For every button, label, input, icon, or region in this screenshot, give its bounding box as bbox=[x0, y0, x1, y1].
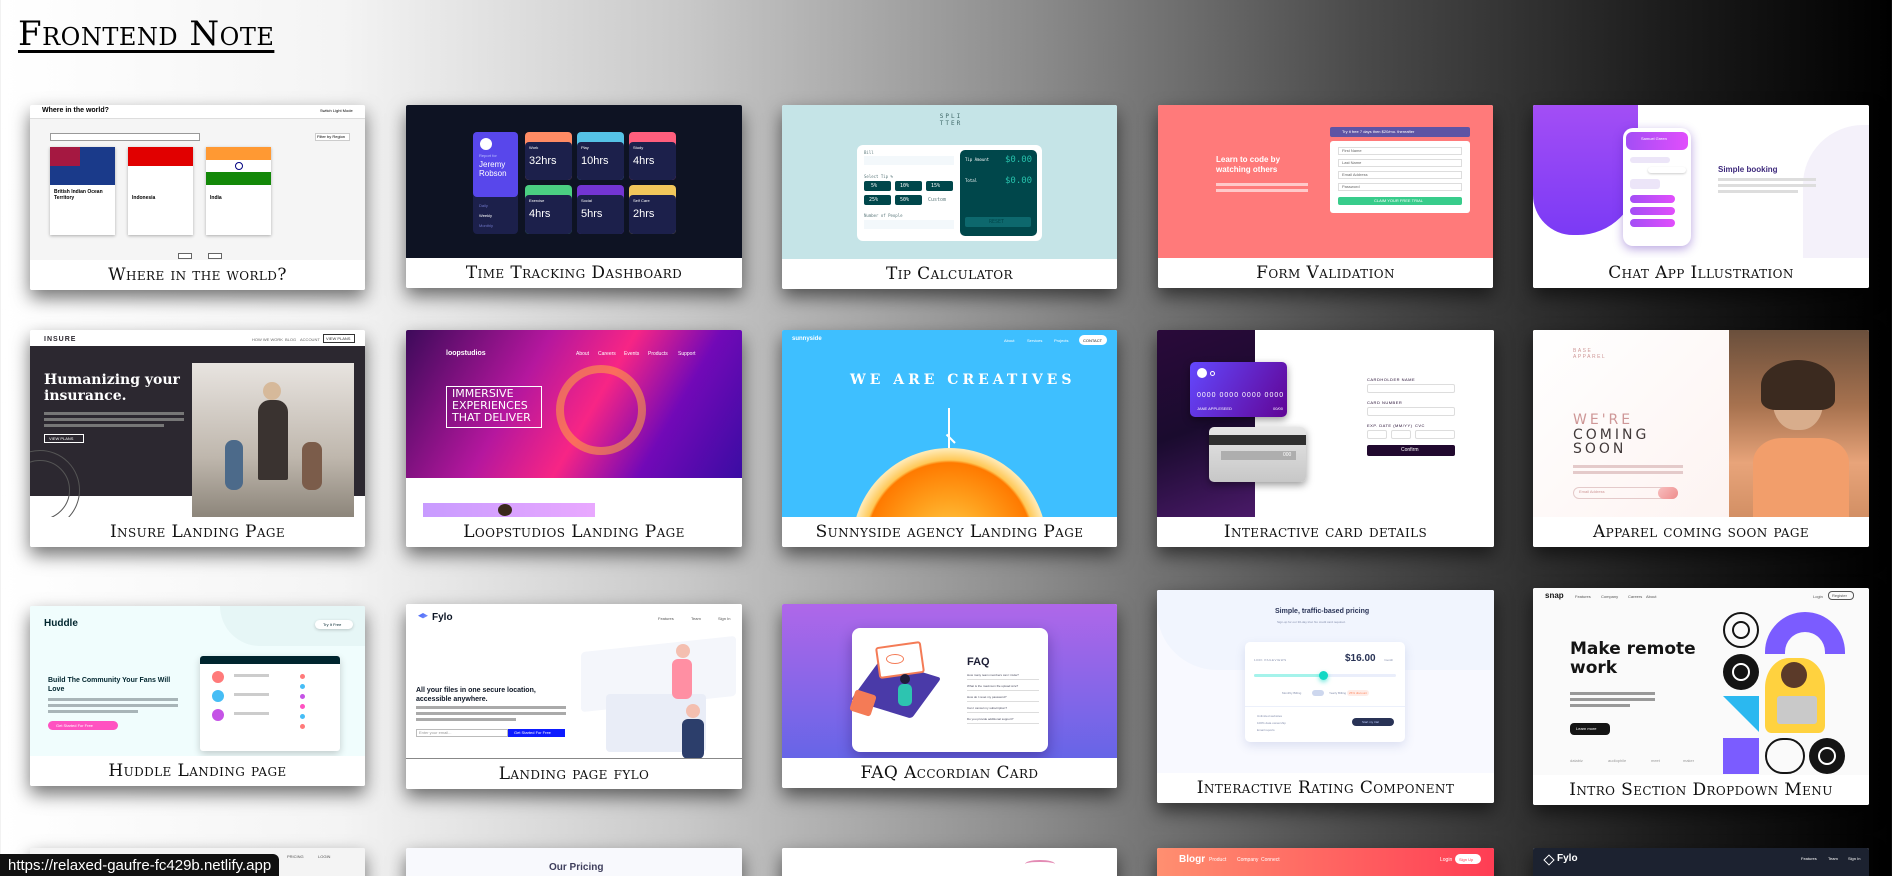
preview-image: Fylo Features Team Sign In All your file… bbox=[406, 604, 742, 762]
card-caption: Huddle Landing page bbox=[30, 756, 365, 786]
project-card-partial-5[interactable]: Fylo Features Team Sign In bbox=[1533, 848, 1869, 876]
preview-image: 0000 0000 0000 0000 JANE APPLESEED 00/00… bbox=[1157, 330, 1494, 520]
preview-image: Samuel Green Simple booking bbox=[1533, 105, 1869, 260]
preview-image: sunnyside About Services Projects CONTAC… bbox=[782, 330, 1117, 520]
preview-image: Report for Jeremy Robson Daily Weekly Mo… bbox=[406, 105, 742, 260]
project-card-loopstudios-landing-page[interactable]: loopstudios About Careers Events Product… bbox=[406, 330, 742, 547]
project-card-where-in-the-world[interactable]: Where in the world? Switch Light Mode Fi… bbox=[30, 105, 365, 290]
preview-image: SPLI TTER Bill Select Tip % 5% 10% 15% 2… bbox=[782, 105, 1117, 260]
preview-image: Our Pricing bbox=[406, 848, 742, 876]
project-card-time-tracking-dashboard[interactable]: Report for Jeremy Robson Daily Weekly Mo… bbox=[406, 105, 742, 288]
preview-image: snap Features Company Careers About Logi… bbox=[1533, 588, 1869, 778]
project-card-intro-section-dropdown-menu[interactable]: snap Features Company Careers About Logi… bbox=[1533, 588, 1869, 805]
preview-image: Huddle Try It Free Build The Community Y… bbox=[30, 606, 365, 761]
card-caption: Interactive Rating Component bbox=[1157, 773, 1494, 803]
project-card-partial-3[interactable] bbox=[782, 848, 1117, 876]
card-caption: Interactive card details bbox=[1157, 517, 1494, 547]
preview-image: Simple, traffic-based pricing Sign-up fo… bbox=[1157, 590, 1494, 775]
preview-image: Learn to code by watching others Try it … bbox=[1158, 105, 1493, 260]
card-caption: Chat App Illustration bbox=[1533, 258, 1869, 288]
card-caption: Time Tracking Dashboard bbox=[406, 258, 742, 288]
page-title: Frontend Note bbox=[18, 14, 275, 54]
card-caption: Insure Landing Page bbox=[30, 517, 365, 547]
project-card-insure-landing-page[interactable]: INSURE HOW WE WORK BLOG ACCOUNT VIEW PLA… bbox=[30, 330, 365, 547]
card-caption: Loopstudios Landing Page bbox=[406, 517, 742, 547]
project-card-sunnyside-agency-landing-page[interactable]: sunnyside About Services Projects CONTAC… bbox=[782, 330, 1117, 547]
card-caption: Intro Section Dropdown Menu bbox=[1533, 775, 1869, 805]
link-status-bar: https://relaxed-gaufre-fc429b.netlify.ap… bbox=[0, 854, 280, 876]
project-card-partial-4[interactable]: Blogr Product Company Connect Login Sign… bbox=[1157, 848, 1494, 876]
card-caption: Tip Calculator bbox=[782, 259, 1117, 289]
preview-image: FAQ How many team members can I invite? … bbox=[782, 604, 1117, 761]
card-caption: Apparel coming soon page bbox=[1533, 517, 1869, 547]
card-caption: Form Validation bbox=[1158, 258, 1493, 288]
card-caption: Landing page fylo bbox=[406, 759, 742, 789]
card-caption: Where in the world? bbox=[30, 260, 365, 290]
project-card-form-validation[interactable]: Learn to code by watching others Try it … bbox=[1158, 105, 1493, 288]
preview-image bbox=[782, 848, 1117, 876]
preview-image: BASE APPAREL WE'RE COMING SOON Email Add… bbox=[1533, 330, 1869, 520]
card-caption: Sunnyside agency Landing Page bbox=[782, 517, 1117, 547]
preview-image: INSURE HOW WE WORK BLOG ACCOUNT VIEW PLA… bbox=[30, 330, 365, 520]
card-caption: FAQ Accordian Card bbox=[782, 758, 1117, 788]
project-card-interactive-card-details[interactable]: 0000 0000 0000 0000 JANE APPLESEED 00/00… bbox=[1157, 330, 1494, 547]
project-card-huddle-landing-page[interactable]: Huddle Try It Free Build The Community Y… bbox=[30, 606, 365, 786]
project-card-apparel-coming-soon-page[interactable]: BASE APPAREL WE'RE COMING SOON Email Add… bbox=[1533, 330, 1869, 547]
project-card-interactive-rating-component[interactable]: Simple, traffic-based pricing Sign-up fo… bbox=[1157, 590, 1494, 803]
project-card-chat-app-illustration[interactable]: Samuel Green Simple booking Chat App Ill… bbox=[1533, 105, 1869, 288]
preview-image: Blogr Product Company Connect Login Sign… bbox=[1157, 848, 1494, 876]
project-card-faq-accordian-card[interactable]: FAQ How many team members can I invite? … bbox=[782, 604, 1117, 788]
preview-image: loopstudios About Careers Events Product… bbox=[406, 330, 742, 520]
project-card-tip-calculator[interactable]: SPLI TTER Bill Select Tip % 5% 10% 15% 2… bbox=[782, 105, 1117, 289]
project-card-landing-page-fylo[interactable]: Fylo Features Team Sign In All your file… bbox=[406, 604, 742, 789]
preview-image: Fylo Features Team Sign In bbox=[1533, 848, 1869, 876]
project-card-partial-2[interactable]: Our Pricing bbox=[406, 848, 742, 876]
preview-image: Where in the world? Switch Light Mode Fi… bbox=[30, 105, 365, 260]
